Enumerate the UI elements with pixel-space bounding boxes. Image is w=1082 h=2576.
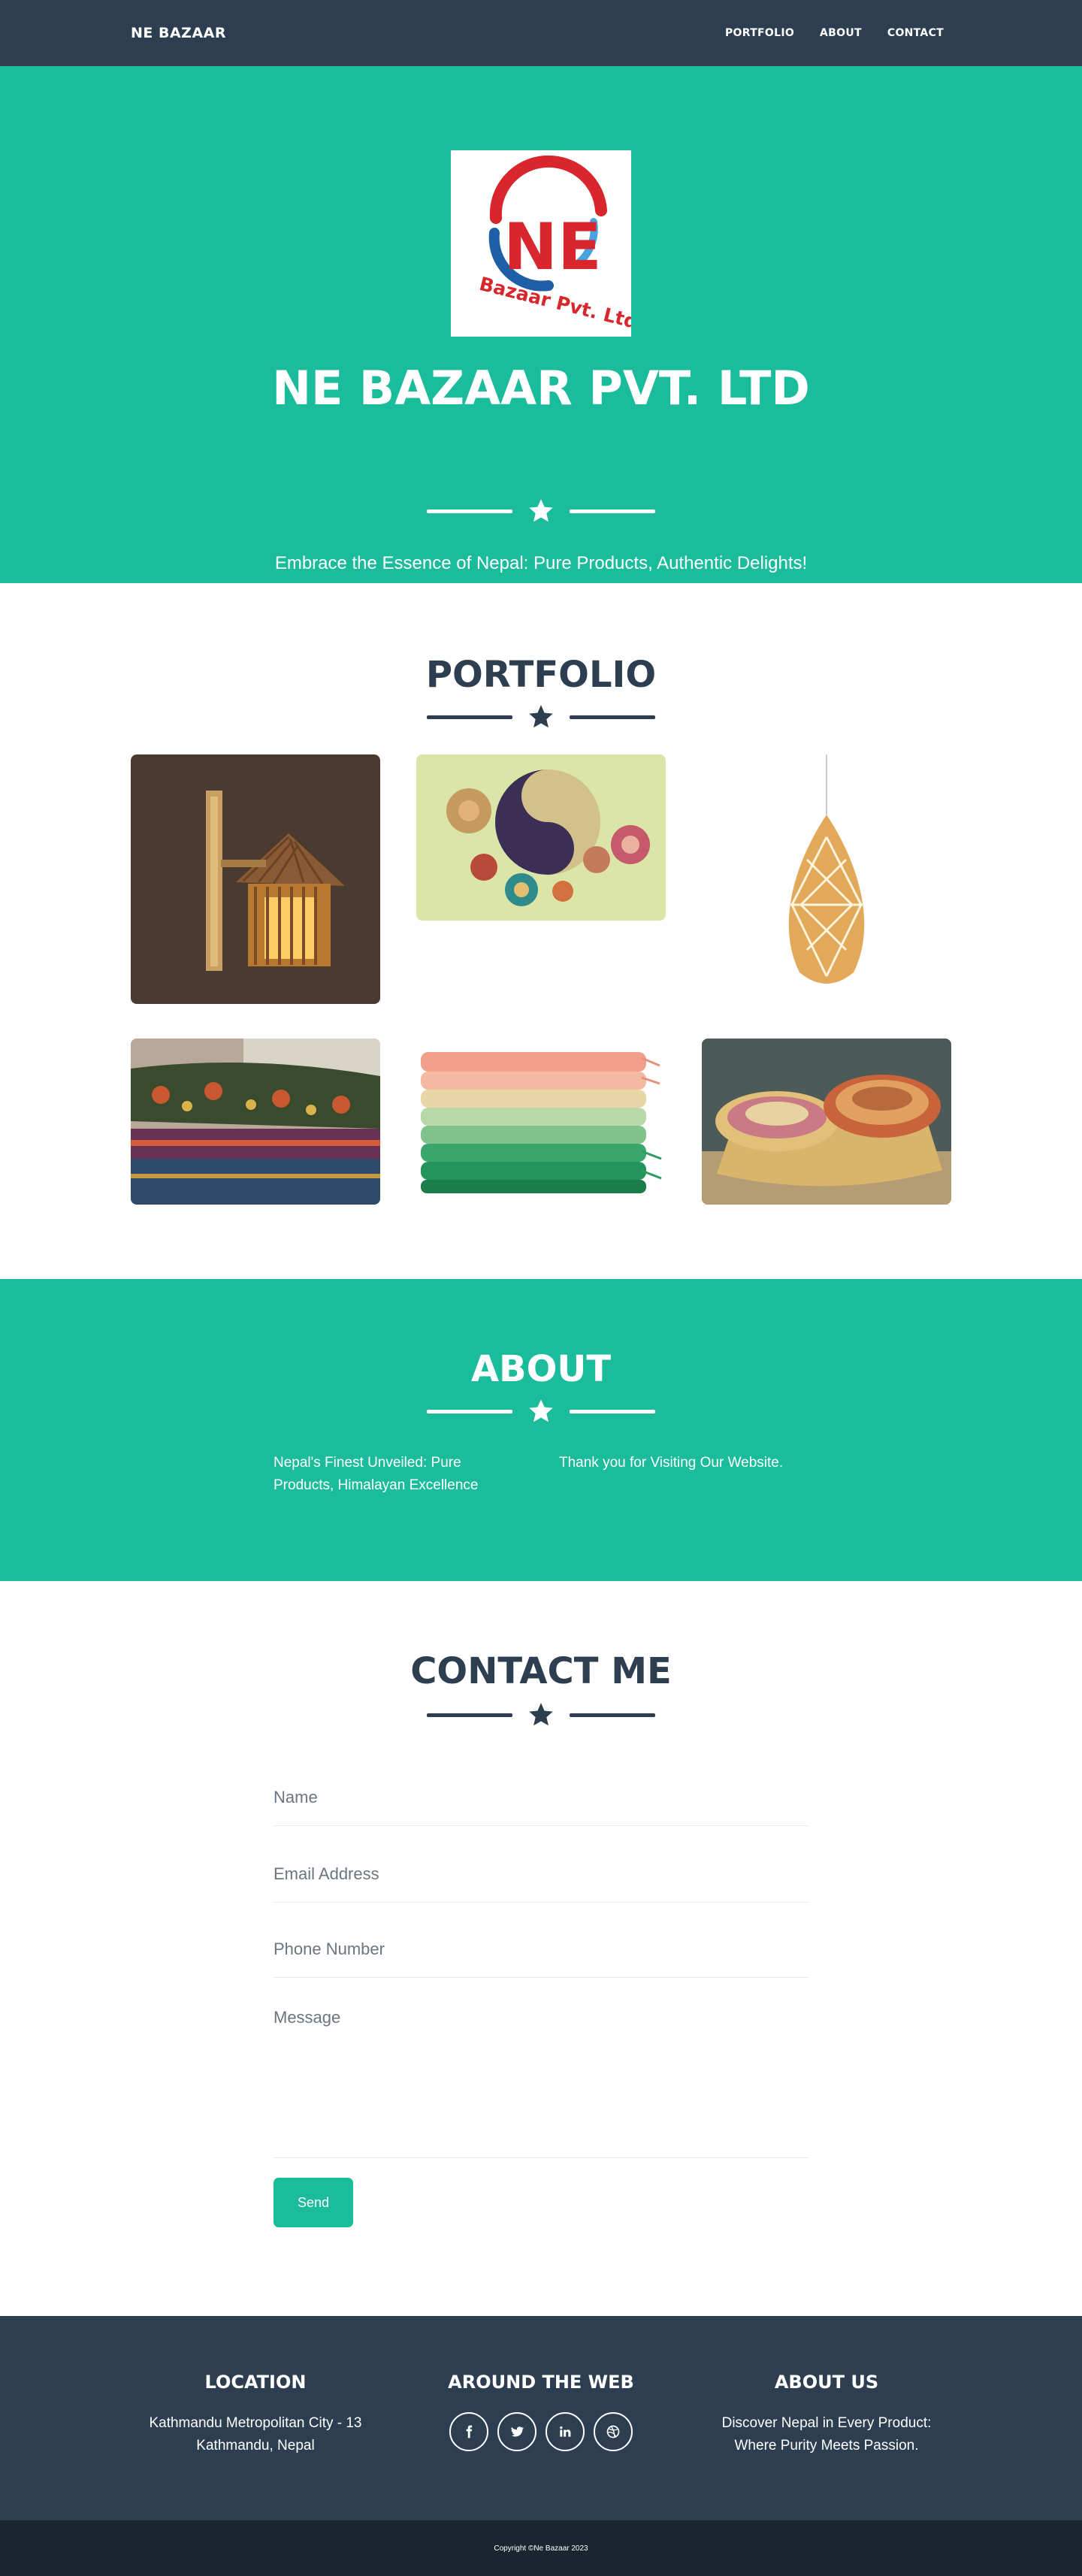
about-divider — [0, 1398, 1082, 1425]
contact-divider — [0, 1701, 1082, 1728]
email-field-wrapper — [274, 1846, 808, 1903]
phone-input[interactable] — [274, 1921, 808, 1977]
twitter-icon[interactable] — [497, 2412, 536, 2451]
footer-web-title: AROUND THE WEB — [448, 2372, 634, 2393]
social-links — [404, 2412, 678, 2451]
nav-link-about[interactable]: ABOUT — [812, 21, 869, 45]
contact-section: CONTACT ME Send — [0, 1581, 1082, 2316]
hero-title: NE BAZAAR PVT. LTD — [272, 361, 810, 416]
portfolio-divider — [0, 703, 1082, 730]
portfolio-item-woven-wall-plates[interactable] — [416, 754, 666, 921]
contact-title: CONTACT ME — [410, 1650, 672, 1692]
about-text-right: Thank you for Visiting Our Website. — [559, 1455, 784, 1471]
copyright-bar: Copyright ©Ne Bazaar 2023 — [0, 2520, 1082, 2576]
phone-field-wrapper — [274, 1921, 808, 1978]
name-input[interactable] — [274, 1769, 808, 1825]
footer-about: ABOUT US Discover Nepal in Every Product… — [690, 2373, 963, 2457]
brand-link[interactable]: NE BAZAAR — [131, 25, 226, 41]
message-input[interactable] — [274, 2008, 808, 2157]
nav-links: PORTFOLIO ABOUT CONTACT — [718, 21, 951, 45]
portfolio-section: PORTFOLIO — [0, 583, 1082, 1279]
about-text-left: Nepal's Finest Unveiled: Pure Products, … — [274, 1455, 479, 1493]
company-logo: NE Bazaar Pvt. Ltd. — [451, 150, 647, 337]
footer-about-title: ABOUT US — [774, 2372, 879, 2393]
message-field-wrapper — [274, 2008, 808, 2158]
portfolio-item-bamboo-wall-lamp[interactable] — [131, 754, 380, 1004]
portfolio-item-bamboo-pendant-lamp[interactable] — [702, 754, 951, 1004]
portfolio-title: PORTFOLIO — [425, 654, 657, 696]
logo-letters: NE — [503, 210, 602, 285]
footer-location-line1: Kathmandu Metropolitan City - 13 — [149, 2415, 362, 2431]
portfolio-item-stacked-pashmina-shawls[interactable] — [416, 1039, 666, 1205]
send-button[interactable]: Send — [274, 2178, 353, 2227]
copyright-text: Copyright ©Ne Bazaar 2023 — [494, 2544, 588, 2553]
footer-location-line2: Kathmandu, Nepal — [196, 2438, 315, 2454]
star-icon — [529, 1399, 553, 1423]
portfolio-item-folded-woven-textiles[interactable] — [131, 1039, 380, 1205]
email-input[interactable] — [274, 1846, 808, 1902]
star-icon — [529, 1703, 553, 1726]
about-section: ABOUT Nepal's Finest Unveiled: Pure Prod… — [0, 1279, 1082, 1581]
footer-about-line2: Where Purity Meets Passion. — [734, 2438, 919, 2454]
star-icon — [529, 499, 553, 522]
footer-location: LOCATION Kathmandu Metropolitan City - 1… — [119, 2373, 392, 2457]
portfolio-item-woven-baskets[interactable] — [702, 1039, 951, 1205]
about-title: ABOUT — [470, 1348, 612, 1390]
hero-section: NE Bazaar Pvt. Ltd. NE BAZAAR PVT. LTD E… — [0, 66, 1082, 583]
navbar: NE BAZAAR PORTFOLIO ABOUT CONTACT — [0, 0, 1082, 66]
name-field-wrapper — [274, 1769, 808, 1826]
footer-location-title: LOCATION — [204, 2372, 307, 2393]
footer-about-line1: Discover Nepal in Every Product: — [721, 2415, 932, 2431]
footer: LOCATION Kathmandu Metropolitan City - 1… — [0, 2316, 1082, 2520]
hero-divider — [0, 497, 1082, 525]
footer-social: AROUND THE WEB — [404, 2373, 678, 2451]
star-icon — [529, 705, 553, 728]
nav-link-portfolio[interactable]: PORTFOLIO — [718, 21, 802, 45]
dribbble-icon[interactable] — [594, 2412, 633, 2451]
linkedin-icon[interactable] — [546, 2412, 585, 2451]
facebook-icon[interactable] — [449, 2412, 488, 2451]
hero-tagline: Embrace the Essence of Nepal: Pure Produ… — [274, 553, 808, 573]
nav-link-contact[interactable]: CONTACT — [880, 21, 951, 45]
